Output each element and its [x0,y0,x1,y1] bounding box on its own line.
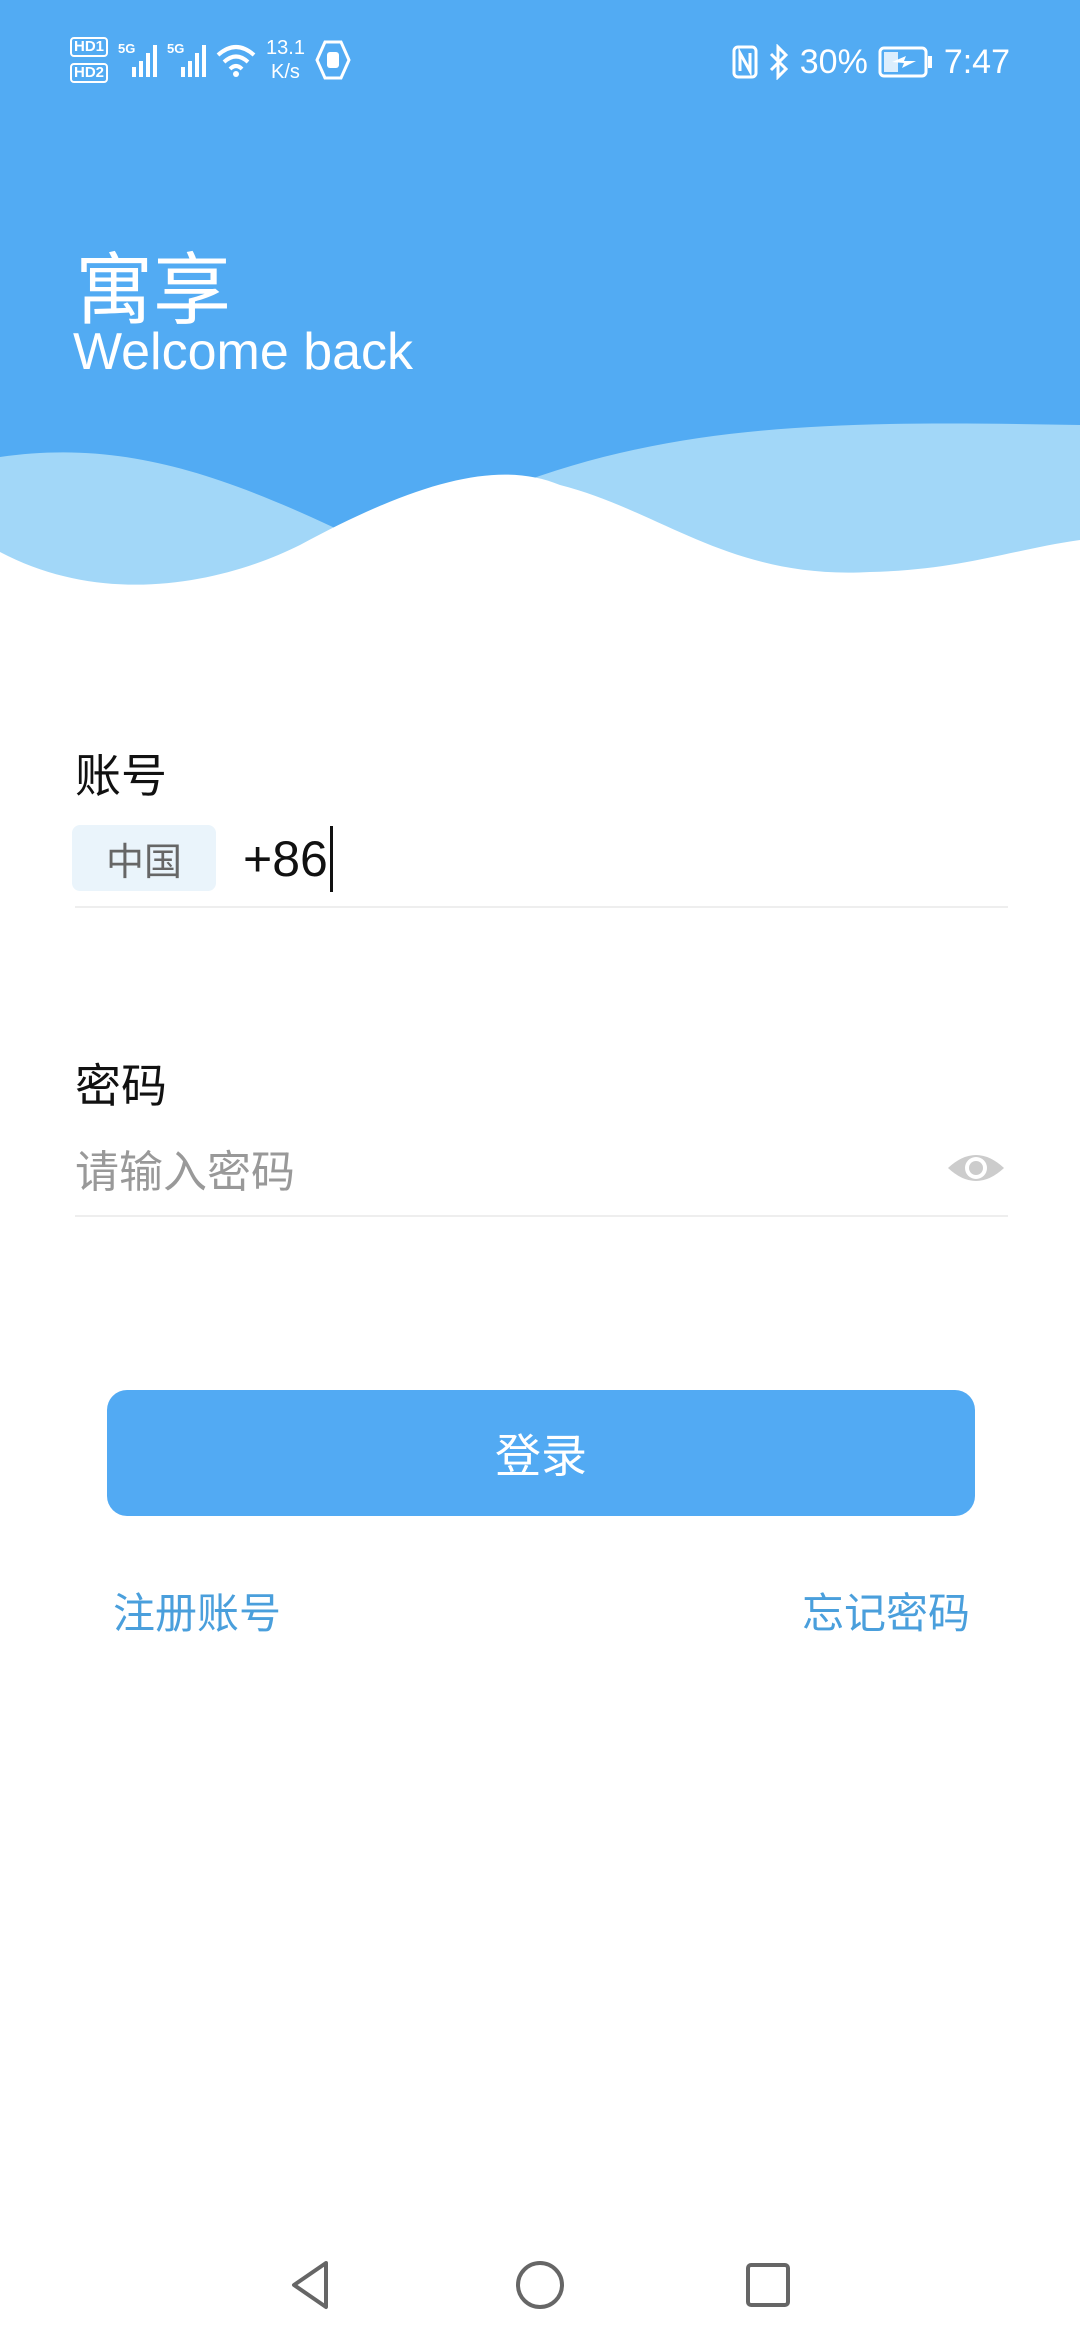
password-label: 密码 [75,1059,167,1113]
signal-icon: 5G [118,41,158,77]
welcome-subtitle: Welcome back [73,323,414,381]
phone-value[interactable]: +86 [243,830,328,888]
speed-value: 13.1 [266,37,305,59]
status-bar-left: HD1 HD2 5G 5G 13.1 K/s [70,30,351,90]
hd1-label: HD1 [70,37,109,57]
eye-icon[interactable] [946,1148,1006,1188]
clock: 7:47 [943,42,1010,81]
sim2-network-label: 5G [167,41,185,56]
nfc-icon [732,45,758,79]
back-icon[interactable] [282,2255,342,2315]
battery-charging-icon [878,46,932,78]
country-selector[interactable]: 中国 [72,825,216,891]
hd-icon: HD1 HD2 [70,37,109,83]
login-button[interactable]: 登录 [107,1390,975,1516]
register-link[interactable]: 注册账号 [113,1580,281,1641]
account-underline [75,906,1008,908]
password-input[interactable]: 请输入密码 [75,1136,295,1200]
status-bar-right: 30% 7:47 [732,38,1010,86]
network-speed: 13.1 K/s [266,36,305,84]
battery-percent: 30% [799,42,868,81]
account-label: 账号 [75,749,167,803]
password-underline [75,1215,1008,1217]
hand-icon [315,40,351,80]
recent-apps-icon[interactable] [738,2255,798,2315]
signal-icon: 5G [167,41,207,77]
text-caret [329,826,333,892]
speed-unit: K/s [271,61,300,83]
forgot-password-link[interactable]: 忘记密码 [802,1580,970,1641]
hd2-label: HD2 [70,63,109,83]
wifi-icon [216,45,256,77]
home-icon[interactable] [510,2255,570,2315]
sim1-network-label: 5G [118,41,136,56]
account-input[interactable]: +86 [243,826,333,892]
bluetooth-icon [769,44,788,80]
